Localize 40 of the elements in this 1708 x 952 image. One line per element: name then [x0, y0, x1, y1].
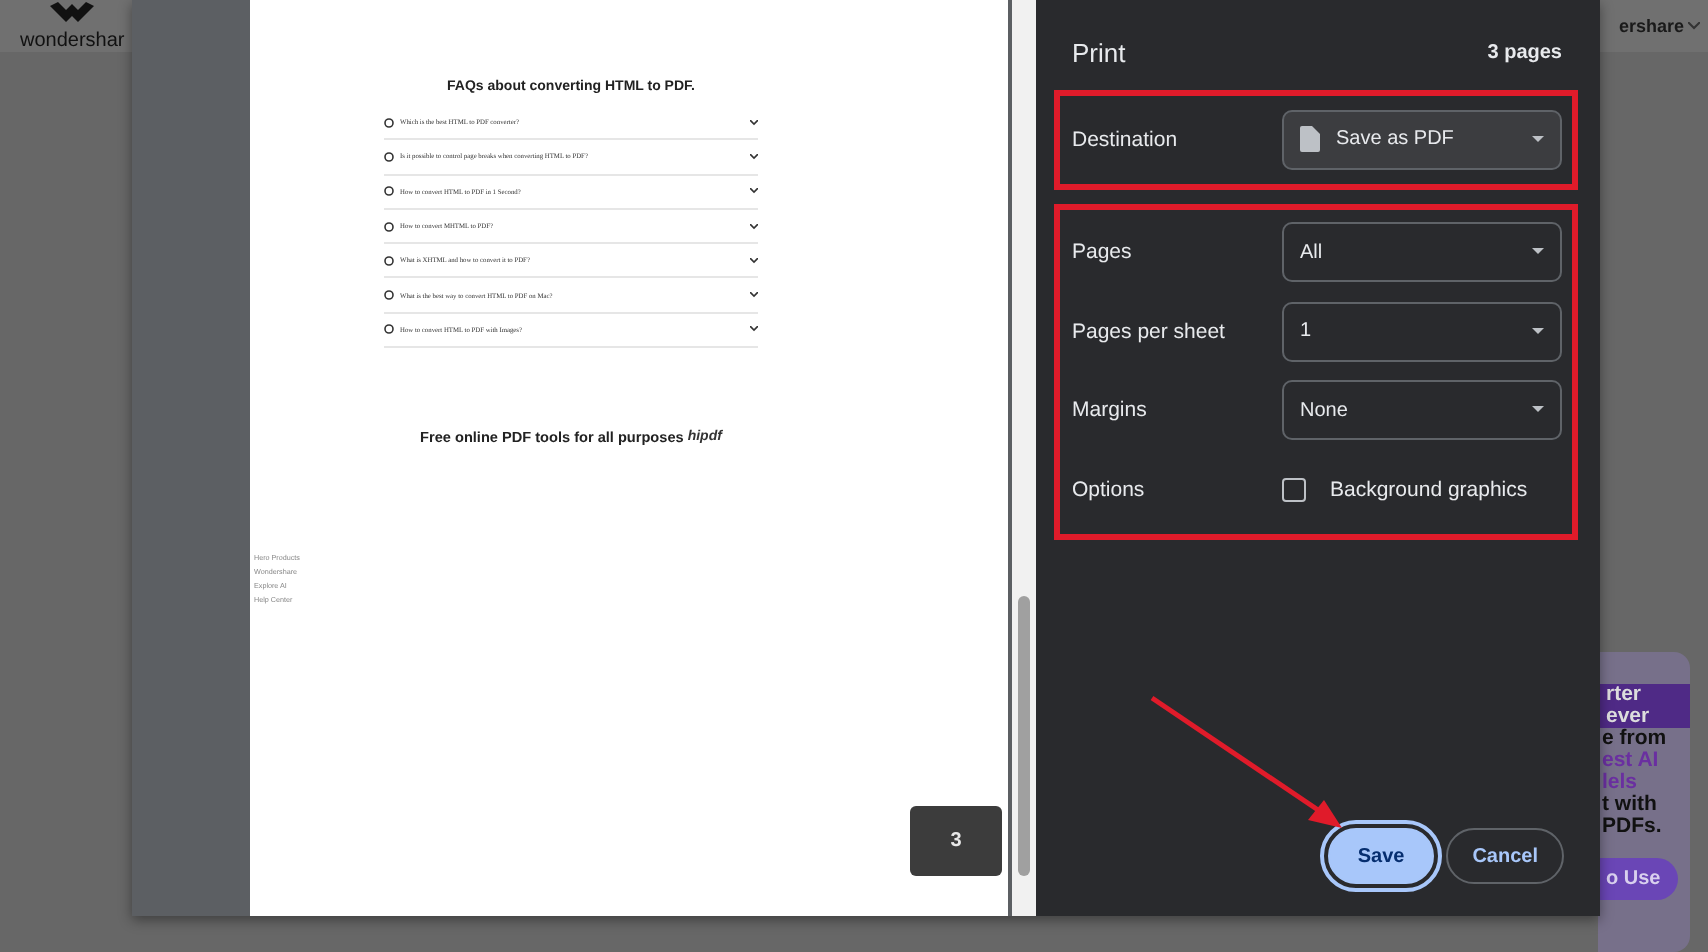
logo-icon: [50, 1, 95, 25]
scrollbar[interactable]: [1012, 0, 1036, 916]
chevron-icon: [750, 153, 758, 160]
setting-label: Options: [1072, 477, 1145, 502]
chevron-icon: [750, 292, 758, 299]
caret-icon: [1532, 327, 1544, 336]
checkbox-label: Background graphics: [1330, 477, 1528, 502]
ad-text: t with: [1600, 794, 1659, 816]
checkbox[interactable]: [1282, 477, 1306, 502]
setting-dropdown[interactable]: None: [1282, 380, 1562, 441]
ad-text: rter: [1598, 684, 1690, 706]
cancel-button[interactable]: Cancel: [1446, 828, 1564, 884]
logo-text: wondershar: [20, 29, 125, 51]
ad-button[interactable]: o Use: [1598, 858, 1678, 900]
chevron-icon: [750, 188, 758, 195]
chevron-icon: [750, 223, 758, 230]
document-icon: [1300, 126, 1320, 153]
page-count: 3 pages: [1487, 41, 1562, 63]
page-number: 3: [910, 806, 1002, 876]
caret-icon: [1532, 406, 1544, 415]
setting-label: Pages per sheet: [1072, 319, 1225, 344]
chevron-icon: [750, 119, 758, 126]
chevron-icon: [750, 326, 758, 333]
ad-text: e from: [1600, 728, 1669, 750]
caret-icon: [1532, 248, 1544, 257]
ad-text: est AI: [1600, 750, 1661, 772]
setting-label: Pages: [1072, 240, 1132, 265]
chevron-icon: [750, 257, 758, 264]
ad-text: lels: [1600, 772, 1640, 794]
chevron-icon: [1688, 22, 1700, 30]
nav-menu[interactable]: ershare: [1618, 16, 1700, 36]
setting-label: Margins: [1072, 398, 1147, 423]
setting-dropdown[interactable]: Save as PDF: [1282, 109, 1562, 170]
setting-dropdown[interactable]: All: [1282, 222, 1562, 283]
ad-text: ever: [1598, 706, 1690, 728]
setting-dropdown[interactable]: 1: [1282, 301, 1562, 362]
dialog-title: Print: [1072, 37, 1126, 67]
ad-text: PDFs.: [1600, 816, 1664, 838]
setting-label: Destination: [1072, 127, 1178, 152]
caret-icon: [1532, 135, 1544, 144]
